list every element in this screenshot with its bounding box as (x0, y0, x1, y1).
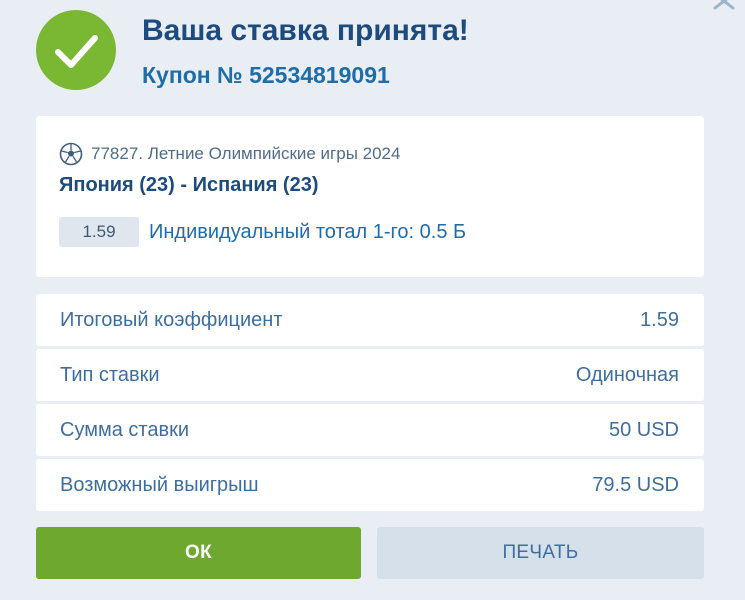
summary-label: Итоговый коэффициент (60, 309, 283, 331)
page-title: Ваша ставка принята! (142, 14, 469, 47)
market-name: Индивидуальный тотал 1-го: 0.5 Б (149, 220, 467, 243)
ok-button[interactable]: ОК (36, 527, 361, 579)
summary-row-stake: Сумма ставки 50 USD (36, 404, 704, 456)
coupon-number: Купон № 52534819091 (142, 62, 390, 88)
soccer-ball-icon (59, 142, 83, 166)
bet-event-card: 77827. Летние Олимпийские игры 2024 Япон… (36, 116, 704, 277)
summary-value: 50 USD (608, 419, 679, 441)
summary-value: Одиночная (575, 364, 679, 386)
event-name: 77827. Летние Олимпийские игры 2024 (91, 144, 401, 163)
match-teams: Япония (23) - Испания (23) (59, 174, 319, 196)
odds-badge: 1.59 (59, 217, 139, 247)
summary-label: Возможный выигрыш (60, 474, 259, 496)
success-badge (36, 10, 116, 90)
event-line: 77827. Летние Олимпийские игры 2024 (59, 142, 400, 166)
checkmark-icon (55, 35, 98, 68)
summary-value: 79.5 USD (592, 474, 679, 496)
print-button[interactable]: ПЕЧАТЬ (377, 527, 704, 579)
summary-label: Тип ставки (60, 364, 160, 386)
summary-row-total-odds: Итоговый коэффициент 1.59 (36, 294, 704, 346)
summary-label: Сумма ставки (60, 419, 190, 441)
bet-summary: Итоговый коэффициент 1.59 Тип ставки Оди… (36, 294, 704, 514)
confirmation-header: Ваша ставка принята! Купон № 52534819091 (36, 10, 716, 100)
summary-value: 1.59 (640, 309, 679, 331)
summary-row-bet-type: Тип ставки Одиночная (36, 349, 704, 401)
summary-row-possible-win: Возможный выигрыш 79.5 USD (36, 459, 704, 511)
selection-row: 1.59 Индивидуальный тотал 1-го: 0.5 Б (59, 217, 466, 247)
